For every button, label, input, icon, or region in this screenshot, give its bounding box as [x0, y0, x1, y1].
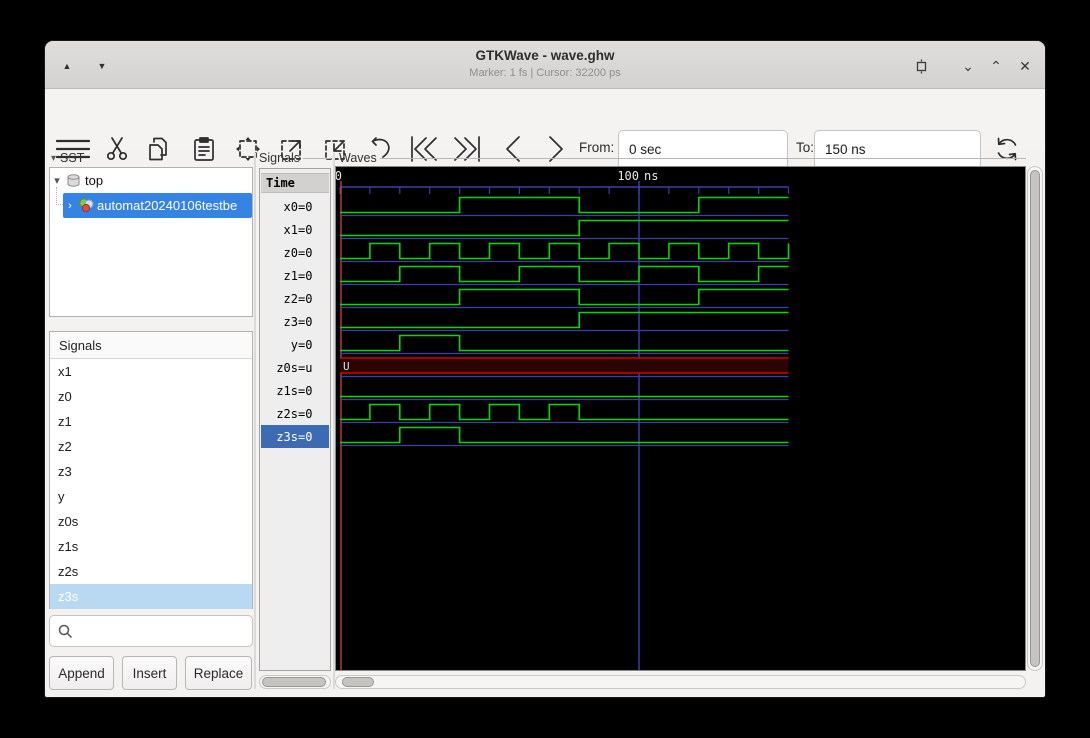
signal-value-row-z2[interactable]: z2 =0	[261, 287, 329, 310]
sst-frame[interactable]: ▾ SST	[51, 151, 251, 165]
signal-search-box[interactable]	[49, 615, 253, 647]
append-button[interactable]: Append	[49, 656, 114, 690]
signal-value-row-z1[interactable]: z1 =0	[261, 264, 329, 287]
chevron-down-icon: ⌄	[962, 59, 974, 73]
signal-list-item-z0[interactable]: z0	[50, 384, 252, 409]
signal-list-item-z1[interactable]: z1	[50, 409, 252, 434]
scope-cylinder-icon	[66, 173, 81, 188]
sst-expander-icon[interactable]: ▾	[51, 153, 56, 164]
expander-open-icon[interactable]: ▾	[50, 174, 64, 187]
signal-list-item-x1[interactable]: x1	[50, 359, 252, 384]
toolbar: From: To:	[45, 90, 1045, 149]
titlebar[interactable]: ▲ ▼ GTKWave - wave.ghw Marker: 1 fs | Cu…	[45, 41, 1045, 89]
waves-hscrollbar[interactable]	[335, 675, 1026, 689]
wave-row-z3s[interactable]	[340, 428, 789, 446]
tree-item-top[interactable]: ▾ top	[50, 168, 252, 193]
chevron-up-icon: ⌃	[990, 59, 1002, 73]
expander-closed-icon[interactable]: ›	[63, 200, 77, 212]
sst-label: SST	[60, 151, 84, 165]
pane-splitter-left[interactable]	[254, 153, 256, 689]
signal-list-item-z3[interactable]: z3	[50, 459, 252, 484]
signal-search-list[interactable]: Signals x1z0z1z2z3yz0sz1sz2sz3s	[49, 331, 253, 609]
wave-row-z1[interactable]	[340, 267, 789, 285]
signal-value-row-y[interactable]: y =0	[261, 333, 329, 356]
close-icon: ✕	[1019, 59, 1031, 73]
tree-item-automat[interactable]: › automat20240106testbe	[50, 193, 252, 218]
signal-value-row-z0[interactable]: z0 =0	[261, 241, 329, 264]
tree-item-label: top	[85, 173, 103, 188]
signals-hscrollbar[interactable]	[259, 675, 331, 689]
signal-values-panel[interactable]: Time x0 =0x1 =0z0 =0z1 =0z2 =0z3 =0y =0z…	[259, 168, 331, 671]
search-icon	[58, 624, 73, 639]
wave-row-z0[interactable]	[340, 244, 789, 262]
signal-value-row-x1[interactable]: x1 =0	[261, 218, 329, 241]
signal-list-item-z3s[interactable]: z3s	[50, 584, 252, 609]
signal-list-item-z2[interactable]: z2	[50, 434, 252, 459]
time-header[interactable]: Time	[261, 173, 329, 193]
tree-item-label: automat20240106testbe	[97, 198, 237, 213]
signal-value-row-z0s[interactable]: z0s =u	[261, 356, 329, 379]
signal-value-row-z1s[interactable]: z1s =0	[261, 379, 329, 402]
tree-connector	[56, 187, 63, 205]
ruler-label: 100	[617, 169, 639, 183]
shade-button[interactable]: ⌄	[956, 55, 980, 77]
signals-frame-label: Signals	[259, 151, 331, 165]
ruler-label: 0	[336, 169, 342, 183]
wave-row-y[interactable]	[340, 336, 789, 354]
scrollbar-thumb[interactable]	[342, 677, 374, 687]
window-title: GTKWave - wave.ghw	[45, 48, 1045, 63]
wave-row-z3[interactable]	[340, 313, 789, 331]
gtkwave-window: ▲ ▼ GTKWave - wave.ghw Marker: 1 fs | Cu…	[44, 40, 1046, 698]
wave-row-x0[interactable]	[340, 198, 789, 216]
signal-list-item-y[interactable]: y	[50, 484, 252, 509]
unshade-button[interactable]: ⌃	[984, 55, 1008, 77]
signal-value-row-z3s[interactable]: z3s =0	[261, 425, 329, 448]
signal-list-item-z2s[interactable]: z2s	[50, 559, 252, 584]
scrollbar-thumb[interactable]	[1030, 170, 1040, 667]
svg-text:U: U	[343, 360, 350, 373]
ruler-unit: ns	[644, 169, 658, 183]
signal-list-item-z0s[interactable]: z0s	[50, 509, 252, 534]
wave-row-z1s[interactable]	[340, 397, 789, 400]
process-icon	[78, 198, 94, 213]
waveform-canvas[interactable]: 0 100 ns U	[335, 166, 1026, 671]
insert-button[interactable]: Insert	[122, 656, 177, 690]
signal-list-header: Signals	[50, 332, 252, 359]
scrollbar-thumb[interactable]	[262, 677, 326, 687]
signal-value-row-z3[interactable]: z3 =0	[261, 310, 329, 333]
maximize-icon	[914, 59, 929, 74]
replace-button[interactable]: Replace	[185, 656, 252, 690]
close-button[interactable]: ✕	[1013, 55, 1037, 77]
sst-tree[interactable]: ▾ top › automat20240106testbe	[49, 167, 253, 317]
signal-value-row-x0[interactable]: x0 =0	[261, 195, 329, 218]
signal-list-item-z1s[interactable]: z1s	[50, 534, 252, 559]
signal-value-row-z2s[interactable]: z2s =0	[261, 402, 329, 425]
marker-cursor-status: Marker: 1 fs | Cursor: 32200 ps	[45, 67, 1045, 79]
wave-row-z2s[interactable]	[340, 405, 789, 423]
waves-frame-label: Waves	[339, 151, 1026, 165]
wave-row-z2[interactable]	[340, 290, 789, 308]
waves-vscrollbar[interactable]	[1027, 166, 1043, 671]
wave-row-z0s[interactable]: U	[340, 358, 789, 377]
maximize-button[interactable]	[909, 55, 933, 77]
wave-row-x1[interactable]	[340, 221, 789, 239]
